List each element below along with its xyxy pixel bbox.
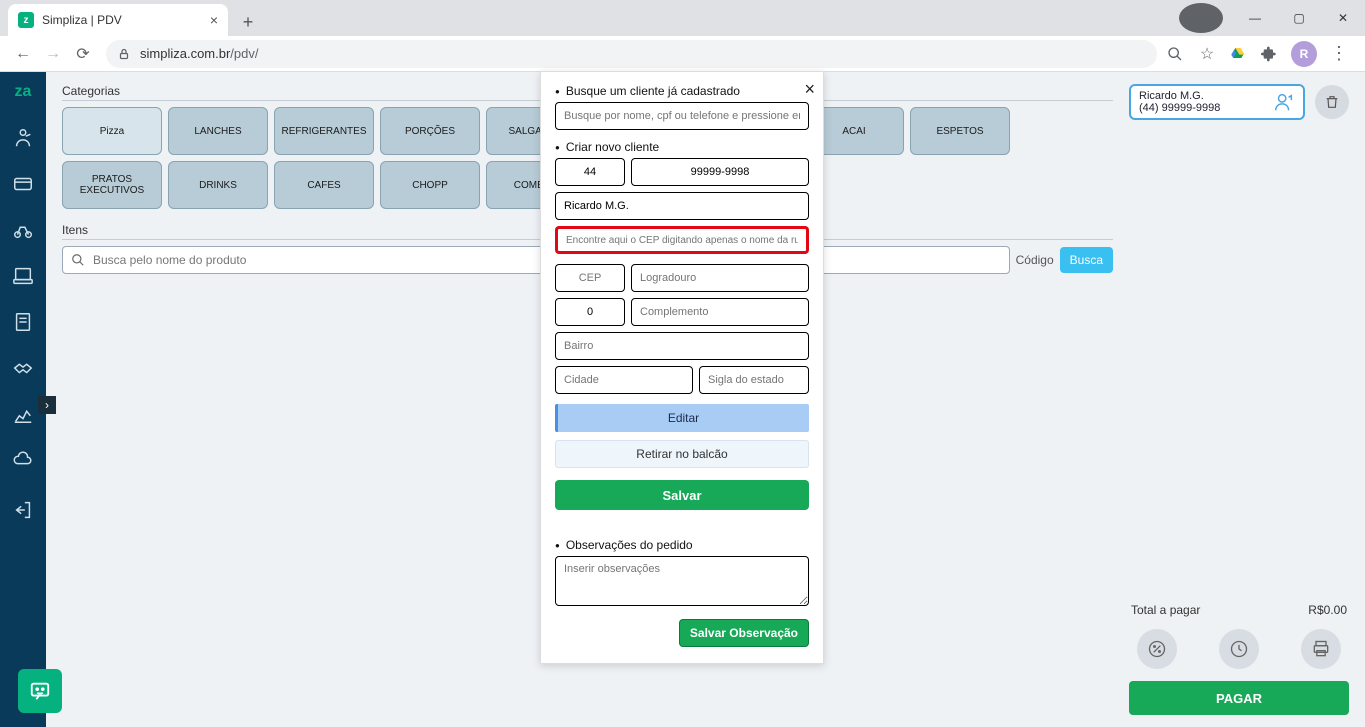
reload-button[interactable]: ⟳ — [68, 39, 98, 69]
address-bar[interactable]: simpliza.com.br/pdv/ — [106, 40, 1157, 68]
total-label: Total a pagar — [1131, 603, 1200, 617]
url-path: /pdv/ — [230, 46, 258, 61]
category-lanches[interactable]: LANCHES — [168, 107, 268, 155]
ddd-input[interactable] — [555, 158, 625, 186]
cep-input[interactable] — [555, 264, 625, 292]
sidebar-cards-icon[interactable] — [7, 170, 39, 198]
window-close-icon[interactable]: ✕ — [1321, 3, 1365, 33]
busque-label: Busque um cliente já cadastrado — [555, 84, 809, 98]
new-tab-button[interactable]: + — [234, 8, 262, 36]
salvar-obs-button[interactable]: Salvar Observação — [679, 619, 809, 647]
busca-button[interactable]: Busca — [1060, 247, 1113, 273]
sidebar-pos-icon[interactable] — [7, 262, 39, 290]
tab-favicon: z — [18, 12, 34, 28]
total-value: R$0.00 — [1308, 603, 1347, 617]
google-drive-icon[interactable] — [1229, 46, 1247, 62]
profile-indicator-icon[interactable] — [1179, 3, 1223, 33]
numero-input[interactable] — [555, 298, 625, 326]
sidebar-handshake-icon[interactable] — [7, 354, 39, 382]
chat-fab[interactable] — [18, 669, 62, 713]
category-pizza[interactable]: Pizza — [62, 107, 162, 155]
category-refrigerantes[interactable]: REFRIGERANTES — [274, 107, 374, 155]
client-modal: × Busque um cliente já cadastrado Criar … — [540, 71, 824, 664]
sidebar-cloud-icon[interactable] — [7, 446, 39, 474]
uf-input[interactable] — [699, 366, 809, 394]
selected-client-tag[interactable]: Ricardo M.G. (44) 99999-9998 — [1129, 84, 1305, 120]
tab-close-icon[interactable]: × — [210, 12, 218, 28]
tab-title: Simpliza | PDV — [42, 13, 122, 27]
app-sidebar: za › — [0, 72, 46, 727]
codigo-label[interactable]: Código — [1016, 253, 1054, 267]
chrome-menu-icon[interactable]: ⋮ — [1329, 44, 1349, 64]
retirar-button[interactable]: Retirar no balcão — [555, 440, 809, 468]
bairro-input[interactable] — [555, 332, 809, 360]
logradouro-input[interactable] — [631, 264, 809, 292]
browser-tab[interactable]: z Simpliza | PDV × — [8, 4, 228, 36]
browser-titlebar: z Simpliza | PDV × + — ▢ ✕ — [0, 0, 1365, 36]
zoom-icon[interactable] — [1165, 44, 1185, 64]
category-espetos[interactable]: ESPETOS — [910, 107, 1010, 155]
product-search-input[interactable]: Busca pelo nome do produto — [62, 246, 1010, 274]
profile-avatar[interactable]: R — [1291, 41, 1317, 67]
sidebar-delivery-icon[interactable] — [7, 216, 39, 244]
category-cafes[interactable]: CAFES — [274, 161, 374, 209]
client-name: Ricardo M.G. — [1139, 90, 1220, 102]
bookmark-star-icon[interactable]: ☆ — [1197, 44, 1217, 64]
salvar-button[interactable]: Salvar — [555, 480, 809, 510]
extensions-icon[interactable] — [1259, 44, 1279, 64]
window-maximize-icon[interactable]: ▢ — [1277, 3, 1321, 33]
phone-input[interactable] — [631, 158, 809, 186]
category-pratos[interactable]: PRATOS EXECUTIVOS — [62, 161, 162, 209]
modal-close-icon[interactable]: × — [804, 79, 815, 100]
product-search-placeholder: Busca pelo nome do produto — [93, 253, 246, 267]
obs-label: Observações do pedido — [555, 538, 809, 552]
sidebar-chart-icon[interactable] — [7, 400, 39, 428]
sidebar-logout-icon[interactable] — [7, 496, 39, 524]
editar-button[interactable]: Editar — [555, 404, 809, 432]
complemento-input[interactable] — [631, 298, 809, 326]
history-icon[interactable] — [1219, 629, 1259, 669]
sidebar-waiter-icon[interactable] — [7, 124, 39, 152]
discount-icon[interactable] — [1137, 629, 1177, 669]
window-minimize-icon[interactable]: — — [1233, 3, 1277, 33]
category-chopp[interactable]: CHOPP — [380, 161, 480, 209]
clear-client-button[interactable] — [1315, 85, 1349, 119]
name-input[interactable] — [555, 192, 809, 220]
search-icon — [71, 253, 85, 267]
client-icon — [1273, 91, 1295, 113]
lock-icon — [118, 48, 130, 60]
client-phone: (44) 99999-9998 — [1139, 102, 1220, 114]
obs-textarea[interactable] — [555, 556, 809, 606]
criar-label: Criar novo cliente — [555, 140, 809, 154]
cidade-input[interactable] — [555, 366, 693, 394]
search-client-input[interactable] — [555, 102, 809, 130]
logo-icon[interactable]: za — [7, 78, 39, 106]
sidebar-receipt-icon[interactable] — [7, 308, 39, 336]
pay-button[interactable]: PAGAR — [1129, 681, 1349, 715]
url-host: simpliza.com.br — [140, 46, 230, 61]
back-button[interactable]: ← — [8, 39, 38, 69]
print-icon[interactable] — [1301, 629, 1341, 669]
forward-button: → — [38, 39, 68, 69]
browser-toolbar: ← → ⟳ simpliza.com.br/pdv/ ☆ R ⋮ — [0, 36, 1365, 72]
category-porcoes[interactable]: PORÇÕES — [380, 107, 480, 155]
category-drinks[interactable]: DRINKS — [168, 161, 268, 209]
cep-helper-input[interactable] — [555, 226, 809, 254]
